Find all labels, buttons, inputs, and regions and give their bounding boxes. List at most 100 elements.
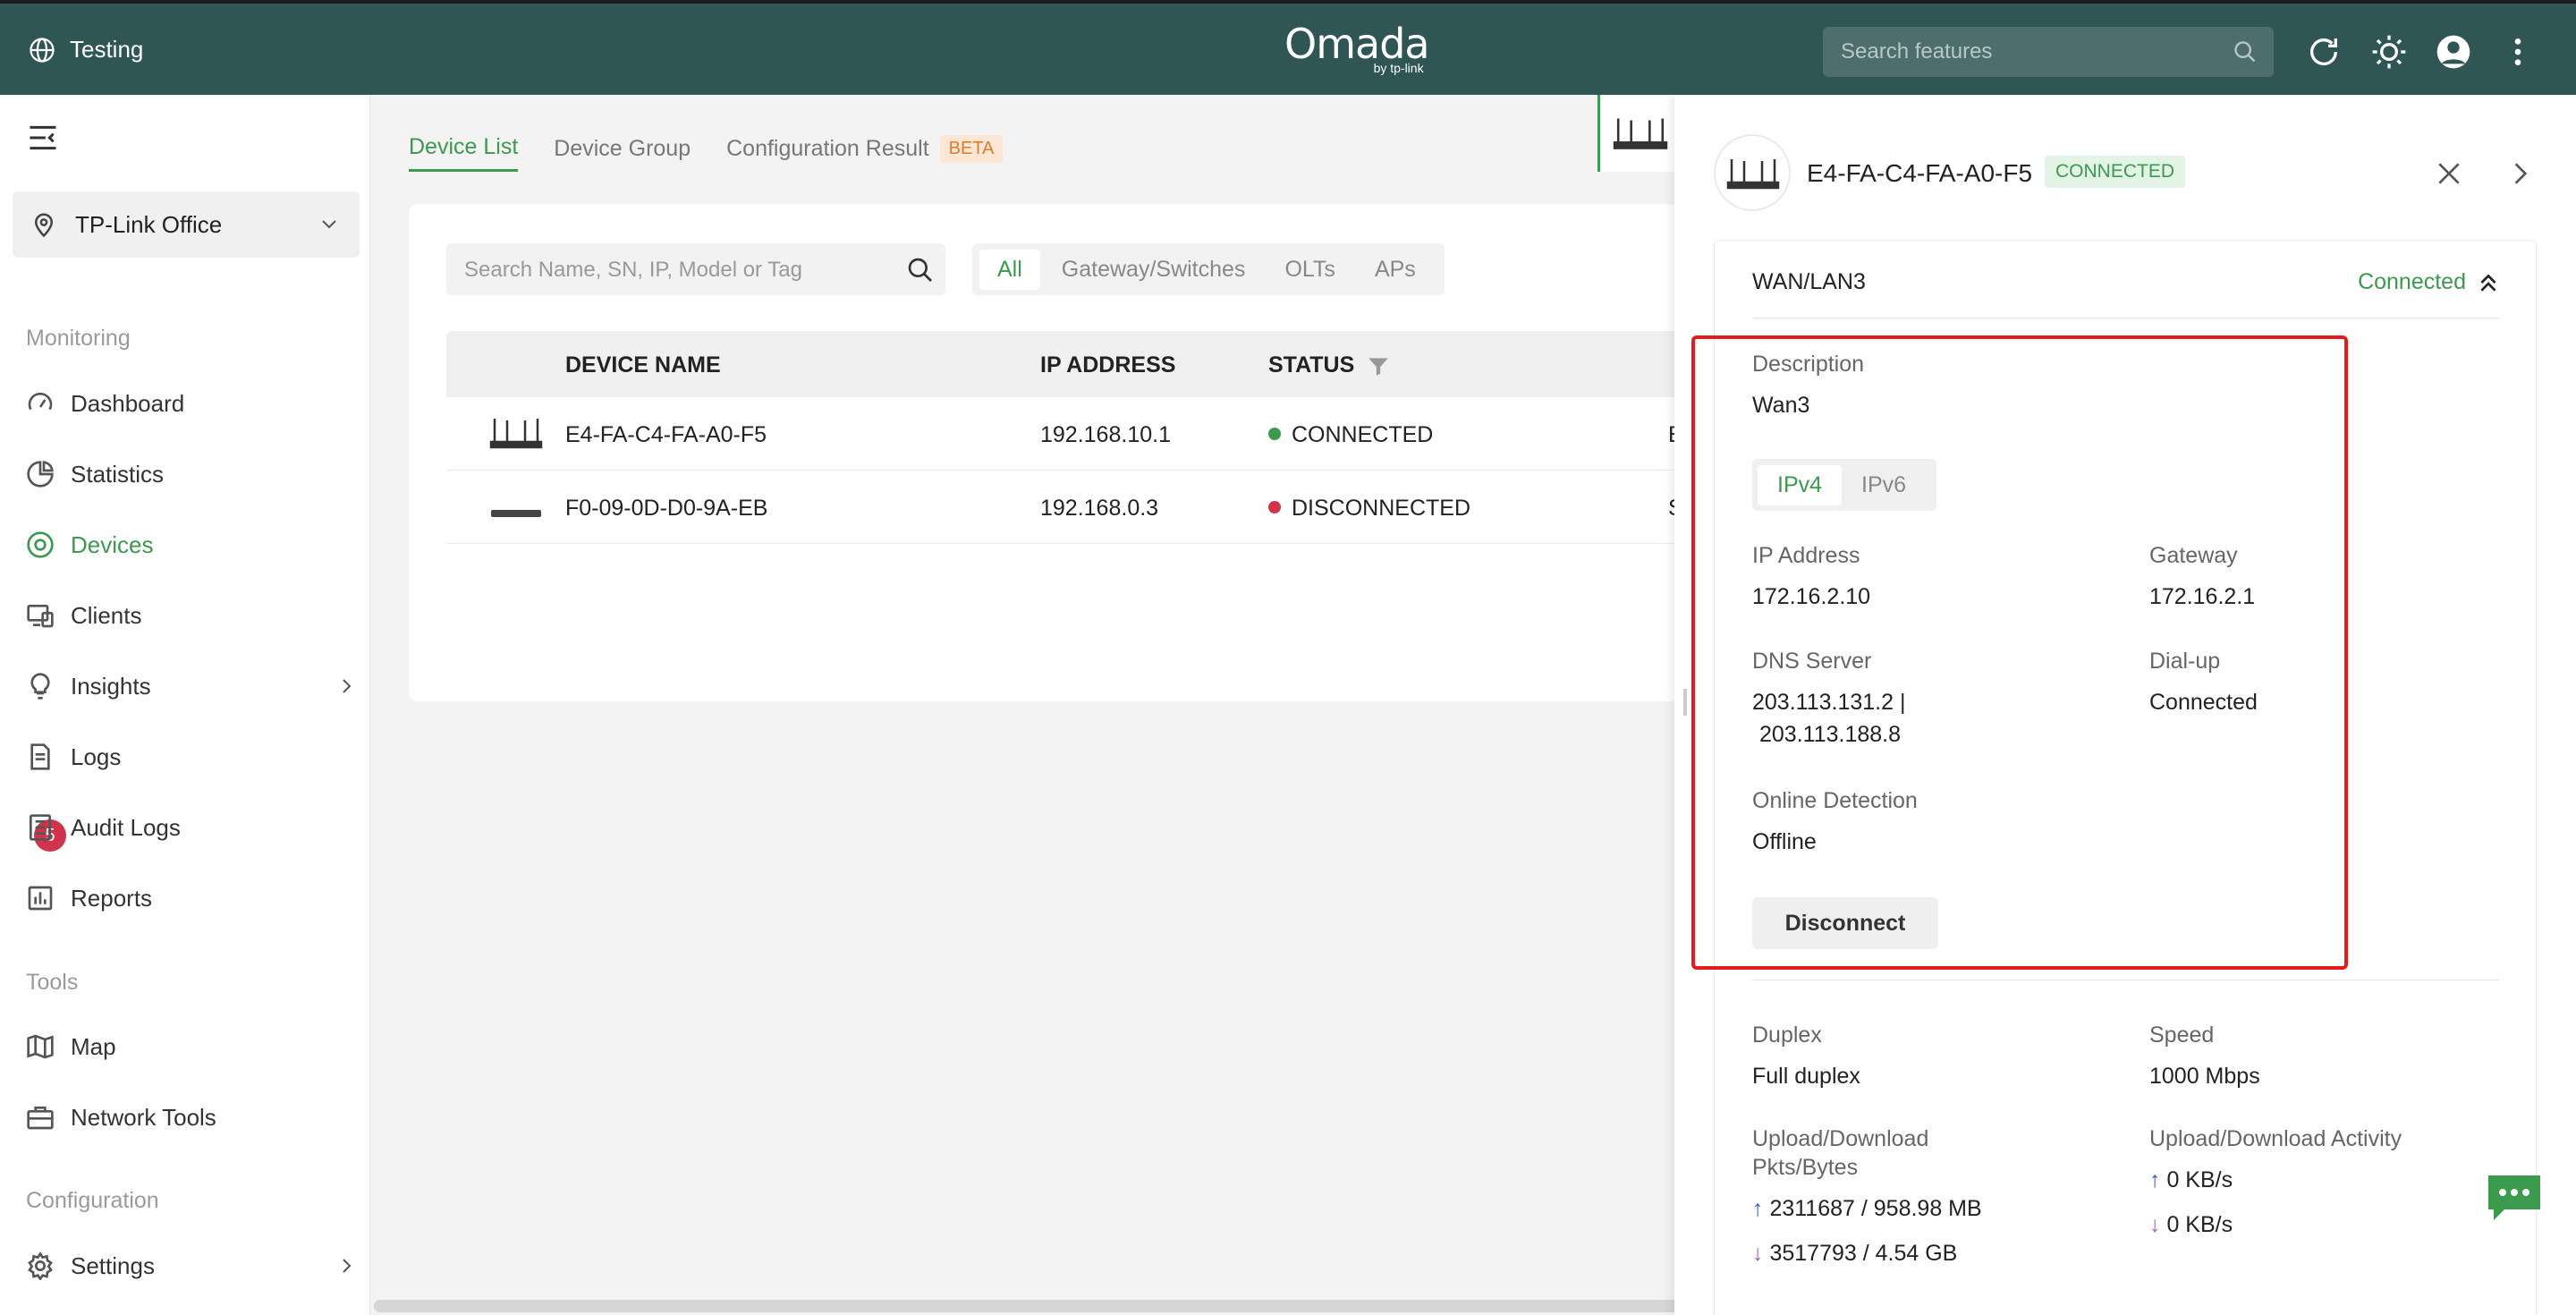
download-rate: ↓ 0 KB/s <box>2149 1212 2233 1237</box>
dashboard-icon <box>28 392 53 411</box>
arrow-up-icon: ↑ <box>1752 1196 1764 1221</box>
status-badge: CONNECTED <box>2045 156 2186 188</box>
site-indicator[interactable]: Testing <box>29 36 143 64</box>
more-vertical-icon[interactable] <box>2500 34 2536 70</box>
nav-dashboard[interactable]: Dashboard <box>26 378 357 428</box>
port-title: WAN/LAN3 <box>1752 269 1866 294</box>
col-device-name[interactable]: DEVICE NAME <box>565 352 721 378</box>
nav-network-tools[interactable]: Network Tools <box>26 1092 357 1142</box>
toolbox-icon <box>27 1107 54 1130</box>
port-header[interactable]: WAN/LAN3 Connected <box>1715 241 2538 318</box>
horizontal-scrollbar[interactable] <box>374 1300 1680 1312</box>
top-bar: Testing Omada by tp-link Search features <box>0 0 2576 95</box>
filter-aps[interactable]: APs <box>1357 250 1434 290</box>
search-features-input[interactable]: Search features <box>1823 27 2274 77</box>
map-icon <box>27 1034 54 1059</box>
section-monitoring: Monitoring <box>26 326 131 351</box>
device-list-card: Search Name, SN, IP, Model or Tag All Ga… <box>409 204 1699 701</box>
collapse-sidebar-icon[interactable] <box>27 123 59 152</box>
highlight-box <box>1691 335 2348 970</box>
refresh-icon[interactable] <box>2306 34 2342 70</box>
drawer-resize-handle[interactable] <box>1683 689 1687 716</box>
close-icon[interactable] <box>2435 159 2463 188</box>
speed-value: 1000 Mbps <box>2149 1064 2260 1089</box>
device-ip: 192.168.10.1 <box>1040 422 1171 447</box>
device-avatar <box>1714 134 1791 211</box>
arrow-up-icon: ↑ <box>2149 1167 2161 1192</box>
nav-logs[interactable]: Logs <box>26 732 357 782</box>
duplex-value: Full duplex <box>1752 1064 1860 1089</box>
nav-devices[interactable]: Devices <box>26 520 357 570</box>
nav-clients[interactable]: Clients <box>26 590 357 641</box>
pie-chart-icon <box>27 461 54 488</box>
filter-all[interactable]: All <box>979 249 1040 290</box>
table-row[interactable]: F0-09-0D-D0-9A-EB 192.168.0.3 DISCONNECT… <box>446 471 1699 544</box>
nav-insights[interactable]: Insights <box>26 661 357 711</box>
logs-icon <box>30 743 50 770</box>
device-ip: 192.168.0.3 <box>1040 496 1159 521</box>
location-pin-icon <box>34 213 54 238</box>
nav-audit-logs[interactable]: Audit Logs <box>26 802 357 853</box>
audit-logs-icon <box>30 814 51 841</box>
device-status: CONNECTED <box>1268 422 1433 448</box>
beta-badge: BETA <box>939 134 1004 163</box>
chevron-down-icon <box>322 220 336 229</box>
nav-map[interactable]: Map <box>26 1022 357 1072</box>
col-ip-address[interactable]: IP ADDRESS <box>1040 352 1175 378</box>
upload-rate: ↑ 0 KB/s <box>2149 1167 2233 1192</box>
upload-pkts-bytes: ↑ 2311687 / 958.98 MB <box>1752 1196 1982 1221</box>
theme-sun-icon[interactable] <box>2371 34 2407 70</box>
nav-reports[interactable]: Reports <box>26 873 357 923</box>
pkts-bytes-label-2: Pkts/Bytes <box>1752 1155 1859 1180</box>
chevron-right-icon[interactable] <box>2506 159 2535 188</box>
drawer-device-tab[interactable] <box>1597 95 1674 172</box>
site-selector[interactable]: TP-Link Office <box>13 191 360 258</box>
gear-icon <box>28 1251 53 1280</box>
activity-label: Upload/Download Activity <box>2149 1126 2402 1151</box>
section-configuration: Configuration <box>26 1188 159 1213</box>
reports-icon <box>28 886 53 911</box>
device-status: DISCONNECTED <box>1268 496 1470 522</box>
site-name: Testing <box>70 36 144 63</box>
tab-device-list[interactable]: Device List <box>409 134 519 172</box>
chevron-right-icon <box>343 1259 352 1273</box>
device-name[interactable]: F0-09-0D-D0-9A-EB <box>565 496 767 522</box>
clients-icon <box>27 605 54 628</box>
lightbulb-icon <box>30 673 50 700</box>
search-icon <box>908 258 932 282</box>
filter-funnel-icon[interactable] <box>1367 354 1390 378</box>
nav-statistics[interactable]: Statistics <box>26 449 357 499</box>
tab-configuration-result[interactable]: Configuration Result <box>726 136 929 171</box>
omada-logo: Omada by tp-link <box>1284 20 1430 75</box>
tab-device-group[interactable]: Device Group <box>554 136 691 171</box>
nav-settings[interactable]: Settings <box>26 1241 357 1291</box>
chevron-right-icon <box>343 679 352 693</box>
search-icon <box>2234 41 2256 63</box>
site-selector-label: TP-Link Office <box>75 210 223 238</box>
sidebar: TP-Link Office Monitoring Dashboard Stat… <box>0 95 370 1315</box>
chevron-double-up-icon[interactable] <box>2477 271 2500 294</box>
table-row[interactable]: E4-FA-C4-FA-A0-F5 192.168.10.1 CONNECTED… <box>446 397 1699 471</box>
arrow-down-icon: ↓ <box>2149 1212 2161 1237</box>
table-header: DEVICE NAME IP ADDRESS STATUS <box>446 331 1699 397</box>
devices-icon <box>27 531 54 558</box>
filter-olts[interactable]: OLTs <box>1267 250 1353 290</box>
device-search-input[interactable]: Search Name, SN, IP, Model or Tag <box>446 243 945 295</box>
user-avatar[interactable] <box>2436 34 2471 70</box>
filter-gateway-switches[interactable]: Gateway/Switches <box>1044 250 1264 290</box>
arrow-down-icon: ↓ <box>1752 1241 1764 1266</box>
port-state: Connected <box>2358 269 2466 294</box>
switch-icon <box>491 510 541 517</box>
chat-support-icon[interactable] <box>2485 1172 2544 1224</box>
router-icon <box>1726 159 1780 190</box>
device-type-filter: All Gateway/Switches OLTs APs <box>972 243 1445 295</box>
status-dot <box>1268 428 1281 441</box>
duplex-label: Duplex <box>1752 1022 1822 1048</box>
pkts-bytes-label-1: Upload/Download <box>1752 1126 1929 1151</box>
router-icon <box>489 419 543 449</box>
speed-label: Speed <box>2149 1022 2215 1048</box>
router-icon <box>1613 118 1668 149</box>
device-table: DEVICE NAME IP ADDRESS STATUS E4-FA-C4-F… <box>446 331 1699 544</box>
col-status[interactable]: STATUS <box>1268 352 1388 378</box>
device-name[interactable]: E4-FA-C4-FA-A0-F5 <box>565 422 767 448</box>
